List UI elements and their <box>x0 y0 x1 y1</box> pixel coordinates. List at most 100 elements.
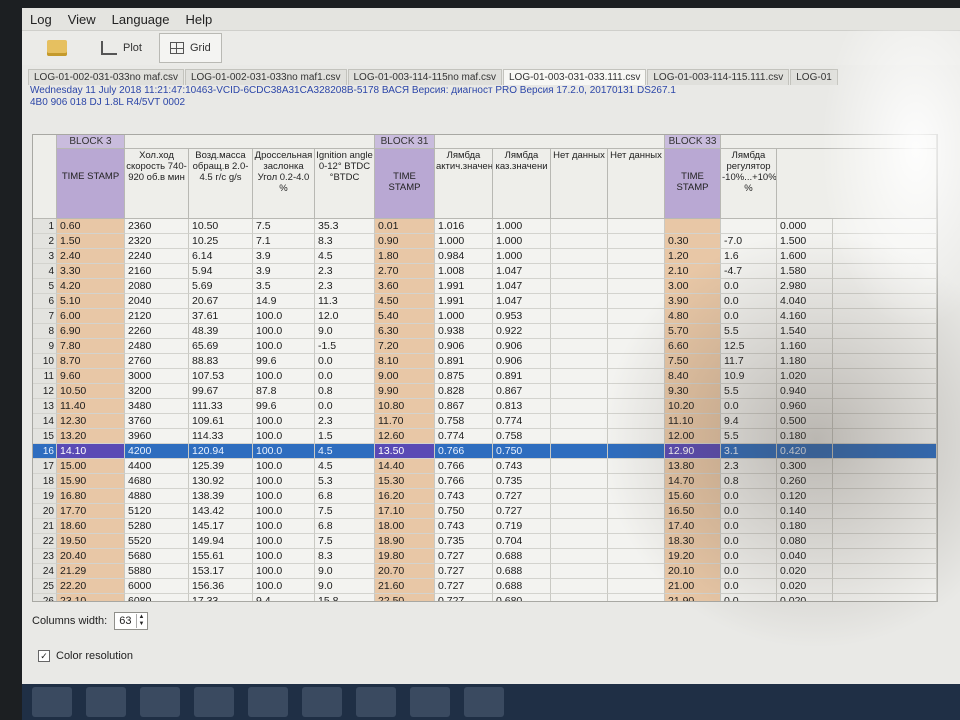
table-cell[interactable]: 9.0 <box>315 579 375 594</box>
table-cell[interactable]: 1.047 <box>493 264 551 279</box>
table-cell[interactable]: 65.69 <box>189 339 253 354</box>
table-cell[interactable]: 10.9 <box>721 369 777 384</box>
table-cell[interactable]: 1.580 <box>777 264 833 279</box>
table-cell[interactable]: 15.90 <box>57 474 125 489</box>
table-cell[interactable]: 10.50 <box>189 219 253 234</box>
table-cell[interactable]: 0.774 <box>493 414 551 429</box>
table-cell[interactable]: 0.750 <box>435 504 493 519</box>
table-cell[interactable]: 3.90 <box>665 294 721 309</box>
row-number[interactable]: 5 <box>33 279 57 294</box>
table-cell[interactable]: 13.20 <box>57 429 125 444</box>
table-cell[interactable]: 8.3 <box>315 549 375 564</box>
table-cell[interactable]: 0.875 <box>435 369 493 384</box>
row-number[interactable]: 23 <box>33 549 57 564</box>
table-cell[interactable]: 12.60 <box>375 429 435 444</box>
table-cell[interactable]: 143.42 <box>189 504 253 519</box>
table-cell[interactable]: 2.3 <box>721 459 777 474</box>
table-row[interactable]: 8 6.90 2260 48.39 100.0 9.0 6.30 0.938 0.922 5.70… <box>33 324 937 339</box>
table-row[interactable]: 17 15.00 4400 125.39 100.0 4.5 14.40 0.766 0.743… <box>33 459 937 474</box>
table-cell[interactable]: 0.758 <box>493 429 551 444</box>
table-cell[interactable]: 1.20 <box>665 249 721 264</box>
table-cell[interactable] <box>833 399 937 414</box>
table-cell[interactable]: 3200 <box>125 384 189 399</box>
table-cell[interactable]: 145.17 <box>189 519 253 534</box>
table-cell[interactable]: 0.922 <box>493 324 551 339</box>
row-number[interactable]: 17 <box>33 459 57 474</box>
table-cell[interactable]: 0.680 <box>493 594 551 601</box>
table-cell[interactable]: 2040 <box>125 294 189 309</box>
table-cell[interactable] <box>608 549 665 564</box>
table-cell[interactable]: 0.727 <box>493 489 551 504</box>
table-cell[interactable] <box>833 369 937 384</box>
table-row[interactable]: 26 23.10 6080 17.33 9.4 15.8 22.50 0.727 0.680 21… <box>33 594 937 601</box>
table-cell[interactable]: 3.9 <box>253 264 315 279</box>
table-cell[interactable] <box>551 474 608 489</box>
table-cell[interactable]: -4.7 <box>721 264 777 279</box>
arduino-icon[interactable] <box>464 687 504 717</box>
table-cell[interactable]: 0.743 <box>493 459 551 474</box>
table-cell[interactable] <box>608 489 665 504</box>
table-cell[interactable]: 0.0 <box>721 489 777 504</box>
table-cell[interactable]: 2.3 <box>315 279 375 294</box>
table-cell[interactable]: 4.20 <box>57 279 125 294</box>
table-cell[interactable]: 1.6 <box>721 249 777 264</box>
table-cell[interactable]: 1.020 <box>777 369 833 384</box>
row-number[interactable]: 10 <box>33 354 57 369</box>
table-cell[interactable]: 2.40 <box>57 249 125 264</box>
table-cell[interactable] <box>608 234 665 249</box>
table-cell[interactable]: 1.600 <box>777 249 833 264</box>
table-cell[interactable]: 0.719 <box>493 519 551 534</box>
table-cell[interactable] <box>833 279 937 294</box>
table-cell[interactable] <box>833 294 937 309</box>
table-row[interactable]: 1 0.60 2360 10.50 7.5 35.3 0.01 1.016 1.000 0.000 <box>33 219 937 234</box>
table-cell[interactable]: 2480 <box>125 339 189 354</box>
table-cell[interactable] <box>665 219 721 234</box>
table-cell[interactable]: 0.750 <box>493 444 551 459</box>
table-cell[interactable]: 100.0 <box>253 339 315 354</box>
table-cell[interactable]: 10.25 <box>189 234 253 249</box>
table-cell[interactable]: 0.984 <box>435 249 493 264</box>
table-cell[interactable]: 0.0 <box>721 564 777 579</box>
table-cell[interactable]: 1.008 <box>435 264 493 279</box>
table-cell[interactable]: 13.50 <box>375 444 435 459</box>
row-number[interactable]: 3 <box>33 249 57 264</box>
table-cell[interactable]: 12.5 <box>721 339 777 354</box>
table-cell[interactable]: 18.90 <box>375 534 435 549</box>
table-cell[interactable] <box>551 354 608 369</box>
table-cell[interactable]: 6080 <box>125 594 189 601</box>
table-cell[interactable]: 0.8 <box>315 384 375 399</box>
table-cell[interactable] <box>551 264 608 279</box>
table-cell[interactable]: 1.000 <box>435 234 493 249</box>
table-cell[interactable]: 19.80 <box>375 549 435 564</box>
table-cell[interactable]: 87.8 <box>253 384 315 399</box>
table-cell[interactable]: 9.90 <box>375 384 435 399</box>
table-cell[interactable] <box>608 579 665 594</box>
table-cell[interactable]: 6.8 <box>315 489 375 504</box>
table-cell[interactable]: 155.61 <box>189 549 253 564</box>
table-cell[interactable]: 5680 <box>125 549 189 564</box>
table-cell[interactable]: 0.500 <box>777 414 833 429</box>
row-number[interactable]: 12 <box>33 384 57 399</box>
table-cell[interactable]: 1.000 <box>435 309 493 324</box>
table-cell[interactable]: 2.3 <box>315 414 375 429</box>
table-cell[interactable] <box>608 534 665 549</box>
table-cell[interactable]: 100.0 <box>253 414 315 429</box>
table-cell[interactable]: 21.90 <box>665 594 721 601</box>
table-cell[interactable]: 5.40 <box>375 309 435 324</box>
table-cell[interactable] <box>608 219 665 234</box>
table-cell[interactable]: 0.828 <box>435 384 493 399</box>
table-cell[interactable] <box>833 489 937 504</box>
table-cell[interactable]: 11.3 <box>315 294 375 309</box>
table-cell[interactable]: 9.0 <box>315 564 375 579</box>
table-cell[interactable] <box>833 444 937 459</box>
table-cell[interactable]: 1.540 <box>777 324 833 339</box>
table-cell[interactable] <box>608 309 665 324</box>
table-row[interactable]: 5 4.20 2080 5.69 3.5 2.3 3.60 1.991 1.047 3.00 0.0… <box>33 279 937 294</box>
table-cell[interactable]: 8.10 <box>375 354 435 369</box>
row-number[interactable]: 11 <box>33 369 57 384</box>
table-cell[interactable]: 1.991 <box>435 279 493 294</box>
table-cell[interactable]: 125.39 <box>189 459 253 474</box>
table-cell[interactable]: 9.00 <box>375 369 435 384</box>
table-cell[interactable]: 17.40 <box>665 519 721 534</box>
table-cell[interactable]: 6000 <box>125 579 189 594</box>
